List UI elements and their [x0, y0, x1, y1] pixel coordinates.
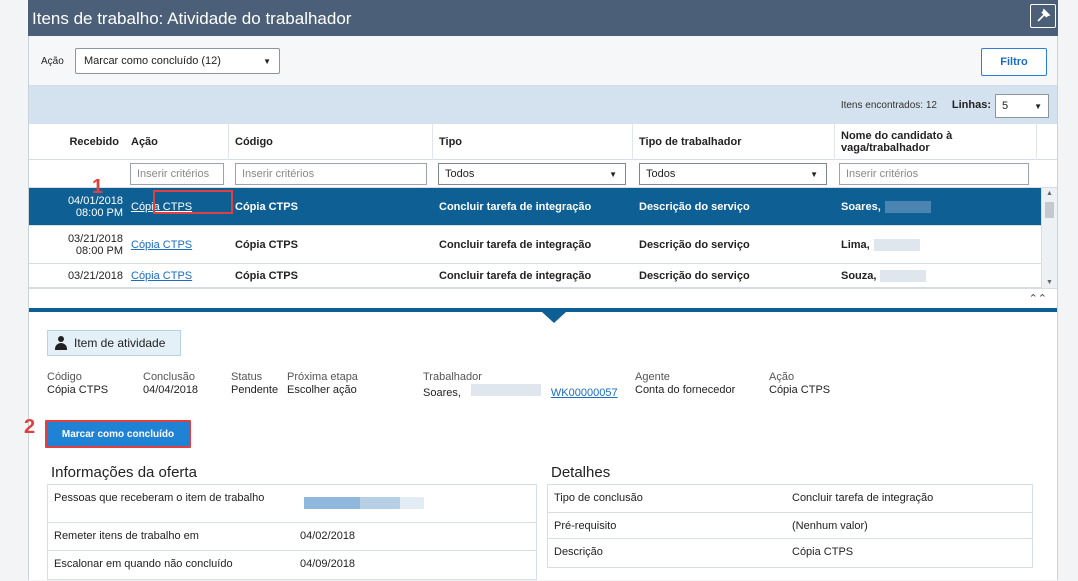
window-title: Itens de trabalho: Atividade do trabalha…: [32, 9, 352, 28]
offer-row: Escalonar em quando não concluído 04/09/…: [54, 558, 356, 570]
details-row: Tipo de conclusão Concluir tarefa de int…: [548, 485, 1032, 513]
filter-button[interactable]: Filtro: [981, 48, 1047, 76]
activity-item-label: Item de atividade: [74, 336, 166, 350]
received-date: 03/21/2018 08:00 PM: [67, 233, 123, 257]
header-nome[interactable]: Nome do candidato à vaga/trabalhador: [835, 124, 1037, 160]
tipo-trab-cell: Descrição do serviço: [639, 239, 750, 251]
chevron-down-icon: ▼: [1034, 102, 1042, 111]
worker-id-link[interactable]: WK00000057: [551, 387, 618, 399]
detail-conclusao: Conclusão 04/04/2018: [143, 371, 199, 396]
detail-codigo: Código Cópia CTPS: [47, 371, 109, 396]
person-icon: [54, 336, 68, 350]
mark-complete-button[interactable]: Marcar como concluído: [45, 420, 191, 448]
detail-acao: Ação Cópia CTPS: [769, 371, 831, 396]
tipo-filter-value: Todos: [445, 168, 475, 180]
nome-cell: Souza,: [835, 264, 927, 287]
rows-select[interactable]: 5 ▼: [995, 94, 1049, 118]
detail-proxima-etapa: Próxima etapa Escolher ação: [287, 371, 358, 396]
scroll-down-icon[interactable]: ▼: [1046, 279, 1053, 286]
nome-cell: Soares,: [835, 188, 931, 226]
tipo-cell: Concluir tarefa de integração: [439, 239, 592, 251]
received-date: 03/21/2018: [67, 270, 123, 282]
rows-select-value: 5: [1002, 100, 1009, 112]
detail-status: Status Pendente: [231, 371, 279, 396]
tipo-trab-cell: Descrição do serviço: [639, 270, 750, 282]
tipo-trab-filter-select[interactable]: Todos ▼: [639, 163, 827, 185]
tipo-filter-select[interactable]: Todos ▼: [438, 163, 626, 185]
redacted-name: [873, 239, 920, 251]
offer-row: Remeter itens de trabalho em 04/02/2018: [48, 523, 536, 551]
offer-info-title: Informações da oferta: [51, 464, 197, 481]
received-date: 04/01/2018 08:00 PM: [67, 195, 123, 219]
table-scrollbar[interactable]: ▲ ▼: [1041, 188, 1057, 288]
scroll-up-icon[interactable]: ▲: [1046, 190, 1053, 197]
chevron-down-icon: ▼: [810, 170, 818, 179]
pin-icon[interactable]: [1030, 4, 1056, 28]
work-items-panel: Ação Marcar como concluído (12) ▼ Filtro…: [28, 36, 1058, 580]
filter-row: Inserir critérios Inserir critérios Todo…: [29, 160, 1057, 188]
table-row[interactable]: 03/21/2018 08:00 PM Cópia CTPS Cópia CTPS…: [29, 226, 1041, 264]
redacted-name: [884, 201, 931, 213]
tipo-trab-filter-value: Todos: [646, 168, 676, 180]
redacted-name: [470, 384, 541, 396]
collapse-bar: ⌃⌃: [29, 288, 1057, 308]
details-row: Descrição Cópia CTPS: [554, 546, 854, 558]
details-title: Detalhes: [551, 464, 611, 481]
detail-pointer: [542, 312, 566, 323]
header-codigo[interactable]: Código: [229, 124, 433, 160]
chevron-down-icon: ▼: [263, 57, 271, 66]
tipo-cell: Concluir tarefa de integração: [439, 201, 592, 213]
codigo-filter-input[interactable]: Inserir critérios: [235, 163, 427, 185]
action-select-value: Marcar como concluído (12): [84, 55, 221, 67]
acao-filter-input[interactable]: Inserir critérios: [130, 163, 224, 185]
window-titlebar: Itens de trabalho: Atividade do trabalha…: [28, 0, 1058, 36]
detail-agente: Agente Conta do fornecedor: [635, 371, 736, 396]
codigo-cell: Cópia CTPS: [235, 201, 298, 213]
offer-info-table: Pessoas que receberam o item de trabalho…: [47, 484, 537, 580]
scrollbar-thumb[interactable]: [1045, 202, 1054, 218]
detail-trabalhador: Trabalhador Soares, WK00000057: [423, 371, 618, 399]
tipo-cell: Concluir tarefa de integração: [439, 270, 592, 282]
callout-highlight-1: [153, 190, 233, 214]
details-table: Tipo de conclusão Concluir tarefa de int…: [547, 484, 1033, 568]
callout-number-2: 2: [24, 416, 36, 438]
rows-label: Linhas:: [951, 99, 991, 111]
codigo-cell: Cópia CTPS: [235, 239, 298, 251]
activity-item-badge: Item de atividade: [47, 330, 181, 356]
tipo-trab-cell: Descrição do serviço: [639, 201, 750, 213]
codigo-cell: Cópia CTPS: [235, 270, 298, 282]
details-row: Pré-requisito (Nenhum valor): [548, 513, 1032, 539]
items-found-count: Itens encontrados: 12: [840, 100, 937, 111]
collapse-up-icon[interactable]: ⌃⌃: [1029, 292, 1047, 305]
nome-filter-input[interactable]: Inserir critérios: [839, 163, 1029, 185]
redacted-recipients: [300, 497, 424, 512]
acao-link[interactable]: Cópia CTPS: [125, 226, 192, 264]
header-recebido[interactable]: Recebido: [29, 124, 125, 160]
table-header: Recebido Ação Código Tipo Tipo de trabal…: [29, 124, 1057, 160]
redacted-name: [880, 270, 927, 282]
header-acao[interactable]: Ação: [125, 124, 229, 160]
nome-cell: Lima,: [835, 226, 920, 264]
header-tipo[interactable]: Tipo: [433, 124, 633, 160]
acao-link[interactable]: Cópia CTPS: [125, 264, 192, 287]
table-row[interactable]: 03/21/2018 Cópia CTPS Cópia CTPS Conclui…: [29, 264, 1041, 288]
chevron-down-icon: ▼: [609, 170, 617, 179]
header-tipo-trabalhador[interactable]: Tipo de trabalhador: [633, 124, 835, 160]
results-bar: Itens encontrados: 12 Linhas: 5 ▼: [29, 86, 1057, 124]
offer-row: Pessoas que receberam o item de trabalho: [48, 485, 536, 523]
action-bar: Ação Marcar como concluído (12) ▼ Filtro: [29, 36, 1057, 86]
callout-number-1: 1: [92, 176, 104, 198]
action-select[interactable]: Marcar como concluído (12) ▼: [75, 48, 280, 74]
action-label: Ação: [41, 56, 64, 67]
